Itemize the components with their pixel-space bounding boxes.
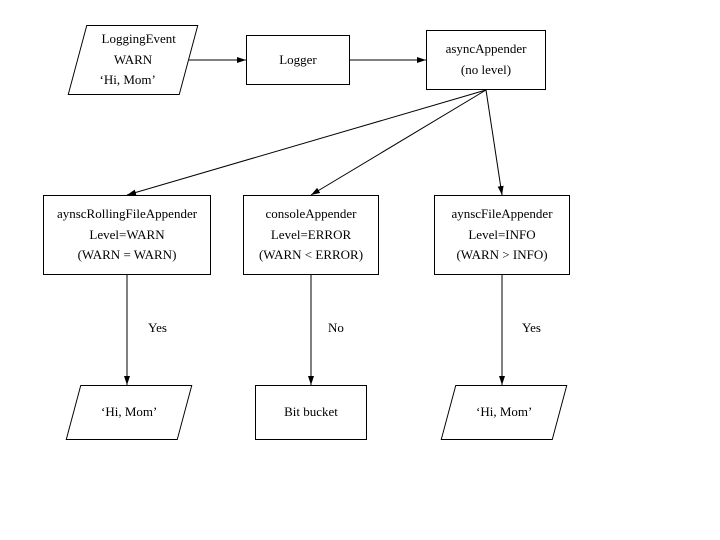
text: Bit bucket [284, 402, 338, 423]
console-appender-node: consoleAppender Level=ERROR (WARN < ERRO… [243, 195, 379, 275]
text: WARN [114, 50, 152, 71]
output-1-node: ‘Hi, Mom’ [66, 385, 193, 440]
file-appender-node: aynscFileAppender Level=INFO (WARN > INF… [434, 195, 570, 275]
text: asyncAppender [446, 39, 527, 60]
async-appender-node: asyncAppender (no level) [426, 30, 546, 90]
decision-label-no: No [328, 320, 344, 336]
text: (WARN = WARN) [78, 245, 177, 266]
text: Level=WARN [89, 225, 164, 246]
text: ‘Hi, Mom’ [476, 402, 532, 423]
output-3-node: ‘Hi, Mom’ [441, 385, 568, 440]
text: Level=ERROR [271, 225, 351, 246]
text: ‘Hi, Mom’ [99, 70, 155, 91]
logger-node: Logger [246, 35, 350, 85]
text: (WARN < ERROR) [259, 245, 363, 266]
text: ‘Hi, Mom’ [101, 402, 157, 423]
text: (no level) [461, 60, 511, 81]
decision-label-yes-1: Yes [148, 320, 167, 336]
rolling-file-appender-node: aynscRollingFileAppender Level=WARN (WAR… [43, 195, 211, 275]
text: LoggingEvent [101, 29, 175, 50]
logging-event-node: LoggingEvent WARN ‘Hi, Mom’ [68, 25, 199, 95]
decision-label-yes-2: Yes [522, 320, 541, 336]
text: Logger [279, 50, 317, 71]
text: aynscRollingFileAppender [57, 204, 197, 225]
text: (WARN > INFO) [456, 245, 547, 266]
text: Level=INFO [468, 225, 535, 246]
text: consoleAppender [266, 204, 357, 225]
text: aynscFileAppender [451, 204, 552, 225]
output-2-node: Bit bucket [255, 385, 367, 440]
